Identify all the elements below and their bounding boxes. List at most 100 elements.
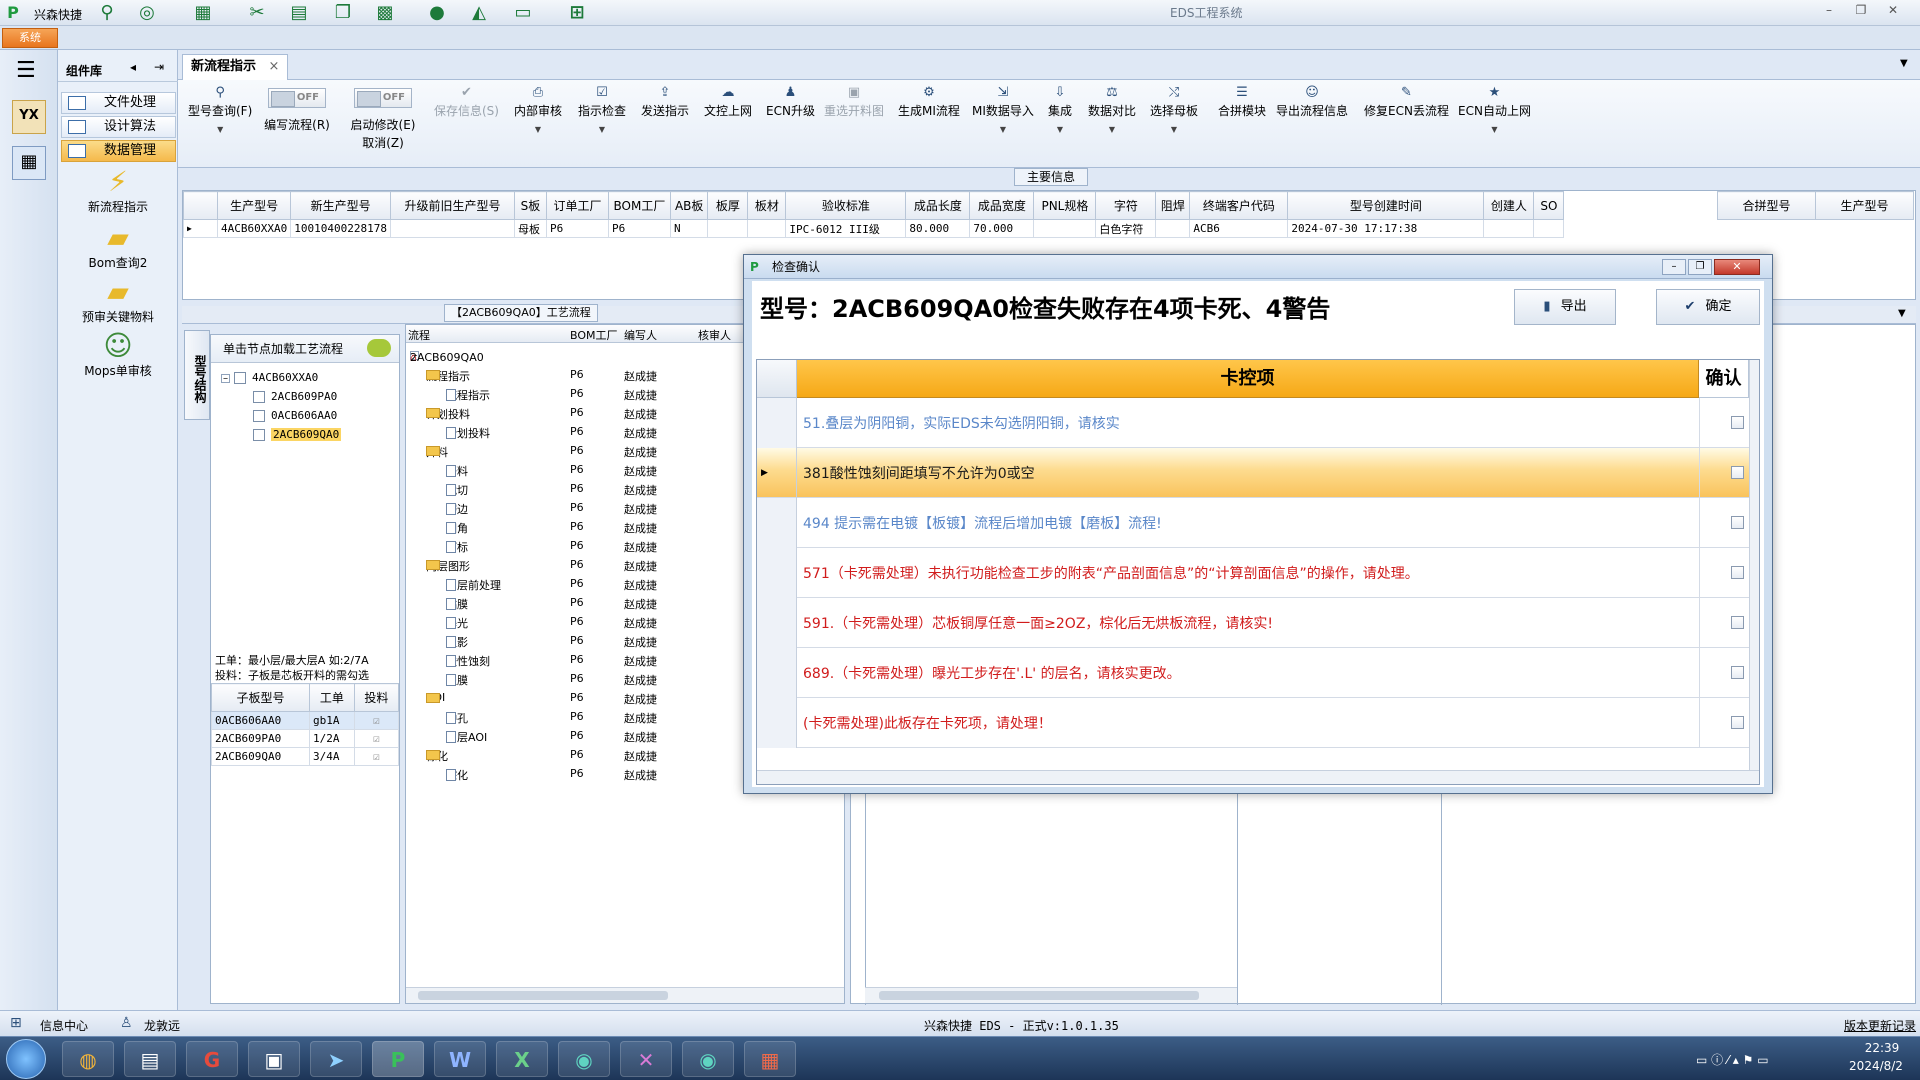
confirm-checkbox[interactable]: [1731, 666, 1744, 679]
doc-control-online-button[interactable]: ☁ 文控上网: [704, 84, 752, 119]
clock-time[interactable]: 22:39: [1852, 1041, 1912, 1055]
control-item-row[interactable]: 689.（卡死需处理）曝光工步存在'.L' 的层名，请核实更改。: [757, 648, 1759, 698]
save-info-button[interactable]: ✔ 保存信息(S): [434, 84, 499, 119]
table-cell[interactable]: [707, 219, 749, 238]
close-button[interactable]: ✕: [1880, 3, 1906, 21]
merge-module-button[interactable]: ☰ 合拼模块: [1218, 84, 1266, 119]
start-button[interactable]: [6, 1039, 46, 1079]
film-icon[interactable]: ▤: [288, 3, 310, 23]
tree-node[interactable]: − 4ACB60XXA0: [221, 371, 318, 384]
feed-checkbox[interactable]: ☑: [353, 711, 400, 730]
control-item-row[interactable]: 591.（卡死需处理）芯板铜厚任意一面≥2OZ，棕化后无烘板流程，请核实!: [757, 598, 1759, 648]
taskbar-tool-icon[interactable]: ✕: [620, 1041, 672, 1077]
confirm-button[interactable]: ✔ 确定: [1656, 289, 1760, 325]
table-row[interactable]: 2ACB609QA0 3/4A ☑: [211, 747, 400, 766]
export-button[interactable]: ▮ 导出: [1514, 289, 1616, 325]
mi-data-import-button[interactable]: ⇲ MI数据导入 ▼: [972, 84, 1034, 134]
chevron-down-icon[interactable]: ▼: [1898, 308, 1906, 319]
user-icon[interactable]: ●: [426, 3, 448, 23]
row-indicator[interactable]: ▶: [757, 448, 797, 498]
row-indicator[interactable]: [757, 548, 797, 598]
internal-review-button[interactable]: ⎙ 内部审核 ▼: [514, 84, 562, 134]
system-tab[interactable]: 系统: [2, 28, 58, 48]
select-all-corner[interactable]: [757, 360, 797, 398]
confirm-checkbox[interactable]: [1731, 416, 1744, 429]
checkbox[interactable]: [253, 410, 265, 422]
monitor-icon[interactable]: ▭: [512, 3, 534, 23]
generate-mi-process-button[interactable]: ⚙ 生成MI流程: [898, 84, 960, 119]
info-center-link[interactable]: 信息中心: [40, 1017, 88, 1034]
ecn-upgrade-button[interactable]: ♟ ECN升级: [766, 84, 815, 119]
integrate-button[interactable]: ⇩ 集成 ▼: [1048, 84, 1072, 134]
data-compare-button[interactable]: ⚖ 数据对比 ▼: [1088, 84, 1136, 134]
horizontal-scrollbar[interactable]: [865, 987, 1237, 1003]
taskbar-save-icon[interactable]: ▣: [248, 1041, 300, 1077]
instruction-check-button[interactable]: ☑ 指示检查 ▼: [578, 84, 626, 134]
column-header[interactable]: 合拼型号: [1717, 191, 1816, 220]
table-cell[interactable]: N: [669, 219, 709, 238]
chevron-down-icon[interactable]: ▼: [1900, 58, 1908, 69]
table-cell[interactable]: 1/2A: [308, 729, 355, 748]
confirm-checkbox[interactable]: [1731, 566, 1744, 579]
column-header[interactable]: PNL规格: [1033, 191, 1097, 220]
dialog-close-button[interactable]: ✕: [1714, 259, 1760, 275]
column-header[interactable]: 阻焊: [1155, 191, 1191, 220]
scroll-thumb[interactable]: [418, 991, 668, 1000]
column-header[interactable]: 流程: [408, 327, 430, 343]
column-header[interactable]: 创建人: [1483, 191, 1535, 220]
taskbar-notepad-icon[interactable]: ▤: [124, 1041, 176, 1077]
tree-node[interactable]: 0ACB606AA0: [253, 409, 337, 422]
column-header[interactable]: 订单工厂: [545, 191, 609, 220]
tab-close-icon[interactable]: ×: [269, 59, 280, 74]
model-query-button[interactable]: ⚲ 型号查询(F) ▼: [188, 84, 252, 134]
column-header[interactable]: BOM工厂: [607, 191, 671, 220]
column-header[interactable]: 编写人: [624, 327, 657, 343]
version-history-link[interactable]: 版本更新记录: [1844, 1017, 1916, 1034]
vertical-scrollbar[interactable]: [1749, 360, 1759, 770]
confirm-checkbox[interactable]: [1731, 466, 1744, 479]
column-header-confirm[interactable]: 确认: [1699, 360, 1749, 398]
row-indicator[interactable]: [757, 398, 797, 448]
scroll-thumb[interactable]: [879, 991, 1199, 1000]
chat-bubble-icon[interactable]: [367, 339, 391, 357]
tab-new-process[interactable]: 新流程指示 ×: [182, 54, 289, 80]
column-header[interactable]: 型号创建时间: [1287, 191, 1485, 220]
tab-model-structure[interactable]: 型号结构: [184, 330, 210, 420]
tree-node[interactable]: 2ACB609PA0: [253, 390, 337, 403]
feed-checkbox[interactable]: ☑: [353, 747, 400, 766]
reselect-cut-drawing-button[interactable]: ▣ 重选开料图: [824, 84, 884, 119]
scissors-icon[interactable]: ✂: [246, 3, 268, 23]
item-mops-review[interactable]: ☺ Mops单审核: [58, 330, 178, 379]
control-item-row[interactable]: ▶ 381酸性蚀刻间距填写不允许为0或空: [757, 448, 1759, 498]
windows-icon[interactable]: ⊞: [566, 3, 588, 23]
pin-icon[interactable]: ⇥: [154, 60, 164, 74]
fix-ecn-process-button[interactable]: ✎ 修复ECN丢流程: [1364, 84, 1449, 119]
column-header[interactable]: 生产型号: [1815, 191, 1914, 220]
dialog-restore-button[interactable]: ❐: [1688, 259, 1712, 275]
menu-design-algorithm[interactable]: 设计算法: [61, 116, 176, 138]
module-yx-icon[interactable]: YX: [12, 100, 46, 134]
send-instruction-button[interactable]: ⇪ 发送指示: [641, 84, 689, 119]
column-header[interactable]: 投料: [353, 683, 400, 712]
export-process-info-button[interactable]: ☺ 导出流程信息: [1276, 84, 1348, 119]
taskbar-app-icon[interactable]: G: [186, 1041, 238, 1077]
column-header[interactable]: 生产型号: [216, 191, 292, 220]
table-cell[interactable]: [747, 219, 787, 238]
menu-data-management[interactable]: 数据管理: [61, 140, 176, 162]
table-cell[interactable]: 2ACB609QA0: [211, 747, 310, 766]
table-cell[interactable]: [1483, 219, 1535, 238]
taskbar-explorer-icon[interactable]: ◍: [62, 1041, 114, 1077]
cancel-label[interactable]: 取消(Z): [348, 134, 418, 151]
column-header[interactable]: AB板: [669, 191, 709, 220]
column-header[interactable]: S板: [513, 191, 547, 220]
table-cell[interactable]: P6: [545, 219, 609, 238]
write-process-toggle[interactable]: OFF: [268, 88, 326, 108]
table-cell[interactable]: 3/4A: [308, 747, 355, 766]
table-cell[interactable]: 2ACB609PA0: [211, 729, 310, 748]
select-motherboard-button[interactable]: ⤭ 选择母板 ▼: [1150, 84, 1198, 134]
row-indicator[interactable]: [757, 498, 797, 548]
table-icon[interactable]: ▦: [192, 3, 214, 23]
column-header[interactable]: 字符: [1095, 191, 1157, 220]
ecn-auto-online-button[interactable]: ★ ECN自动上网 ▼: [1458, 84, 1531, 134]
confirm-checkbox[interactable]: [1731, 516, 1744, 529]
